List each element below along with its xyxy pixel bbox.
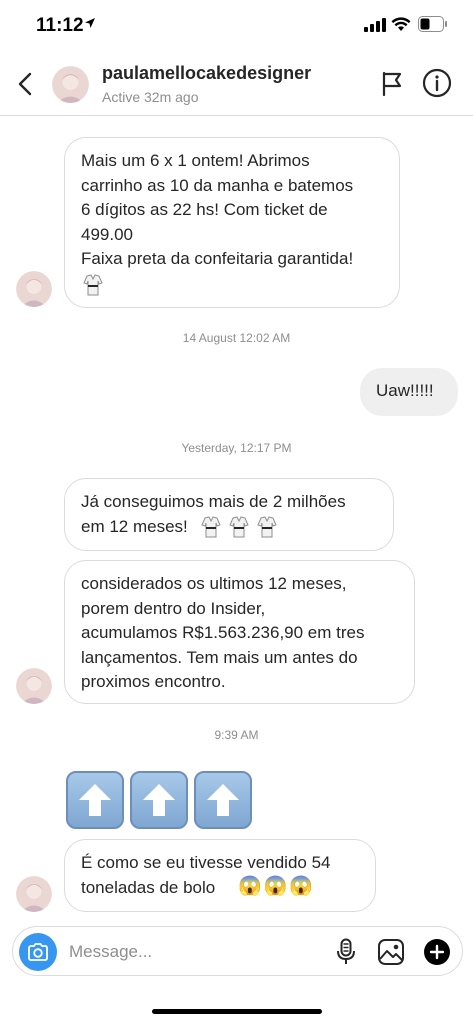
microphone-icon[interactable] xyxy=(335,938,357,966)
camera-button[interactable] xyxy=(19,933,57,971)
timestamp: 9:39 AM xyxy=(214,728,259,742)
message-bubble[interactable]: considerados os ultimos 12 meses, porem … xyxy=(64,560,415,704)
up-arrow-emoji-icon[interactable] xyxy=(130,771,188,829)
message-text: Mais um 6 x 1 ontem! Abrimos carrinho as… xyxy=(81,151,354,268)
timestamp: 14 August 12:02 AM xyxy=(182,331,291,345)
contact-avatar[interactable] xyxy=(52,66,89,103)
message-text: considerados os ultimos 12 meses, porem … xyxy=(81,574,365,691)
status-bar: 11:12 xyxy=(0,0,473,52)
message-bubble[interactable]: É como se eu tivesse vendido 54 tonelada… xyxy=(64,839,376,912)
gallery-icon[interactable] xyxy=(377,938,405,966)
wifi-icon xyxy=(391,17,411,31)
back-chevron-icon[interactable] xyxy=(14,70,38,98)
karate-uniform-icon xyxy=(83,274,103,296)
flag-icon[interactable] xyxy=(380,71,404,97)
up-arrow-emoji-icon[interactable] xyxy=(194,771,252,829)
karate-uniform-icons xyxy=(201,516,277,538)
my-message-bubble[interactable]: Uaw!!!!! xyxy=(360,368,458,416)
info-icon[interactable] xyxy=(422,68,452,98)
active-status: Active 32m ago xyxy=(102,89,199,105)
message-composer xyxy=(12,926,463,976)
message-text: É como se eu tivesse vendido 54 tonelada… xyxy=(81,853,331,897)
message-bubble[interactable]: Já conseguimos mais de 2 milhões em 12 m… xyxy=(64,478,394,551)
status-time: 11:12 xyxy=(36,15,84,36)
up-arrow-emoji-icon[interactable] xyxy=(66,771,124,829)
message-input[interactable] xyxy=(69,939,309,965)
battery-icon xyxy=(418,16,447,32)
screaming-face-emojis: 😱😱😱 xyxy=(238,876,315,897)
sender-avatar[interactable] xyxy=(16,876,52,912)
contact-username[interactable]: paulamellocakedesigner xyxy=(102,63,311,84)
message-bubble[interactable]: Mais um 6 x 1 ontem! Abrimos carrinho as… xyxy=(64,137,400,308)
home-indicator[interactable] xyxy=(152,1009,322,1014)
message-text: Uaw!!!!! xyxy=(376,381,434,400)
sender-avatar[interactable] xyxy=(16,668,52,704)
conversation-header: paulamellocakedesigner Active 32m ago xyxy=(0,52,473,116)
location-arrow-icon xyxy=(85,18,95,28)
sender-avatar[interactable] xyxy=(16,271,52,307)
add-content-icon[interactable] xyxy=(423,938,451,966)
cellular-signal-icon xyxy=(364,18,386,32)
camera-icon xyxy=(28,943,48,961)
timestamp: Yesterday, 12:17 PM xyxy=(181,441,292,455)
